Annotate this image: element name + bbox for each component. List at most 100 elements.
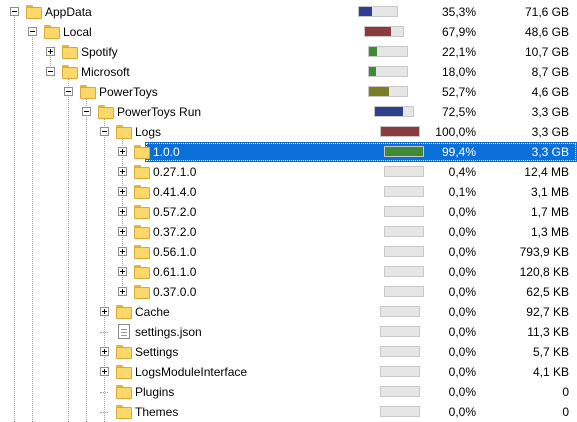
percent-of-parent: 72,5% <box>441 105 476 119</box>
folder-icon <box>116 405 132 419</box>
folder-icon <box>134 165 150 179</box>
item-size: 12,4 MB <box>524 165 569 179</box>
usage-bar <box>368 46 408 57</box>
folder-icon <box>44 25 60 39</box>
expand-plus-icon[interactable] <box>118 287 127 296</box>
tree-row[interactable]: Settings 0,0% 5,7 KB <box>0 342 577 362</box>
percent-of-parent: 0,0% <box>448 345 476 359</box>
tree-row[interactable]: 0.37.2.0 0,0% 1,3 MB <box>0 222 577 242</box>
percent-of-parent: 18,0% <box>441 65 476 79</box>
item-name: LogsModuleInterface <box>135 365 248 379</box>
item-size: 5,7 KB <box>532 345 569 359</box>
item-size: 3,3 GB <box>531 105 569 119</box>
usage-bar <box>380 126 420 137</box>
percent-of-parent: 0,0% <box>448 325 476 339</box>
tree-row[interactable]: 0.41.4.0 0,1% 3,1 MB <box>0 182 577 202</box>
percent-of-parent: 0,0% <box>448 205 476 219</box>
percent-of-parent: 67,9% <box>441 25 476 39</box>
item-name: Logs <box>135 125 162 139</box>
item-name: Cache <box>135 305 170 319</box>
expand-plus-icon[interactable] <box>46 47 55 56</box>
folder-icon <box>134 225 150 239</box>
tree-row[interactable]: Local 67,9% 48,6 GB <box>0 22 577 42</box>
folder-icon <box>134 285 150 299</box>
expand-plus-icon[interactable] <box>118 267 127 276</box>
collapse-minus-icon[interactable] <box>64 87 73 96</box>
item-size: 3,1 MB <box>530 185 569 199</box>
tree-row[interactable]: Plugins 0,0% 0 <box>0 382 577 402</box>
expand-plus-icon[interactable] <box>100 307 109 316</box>
usage-bar <box>368 86 408 97</box>
item-name: Spotify <box>81 45 118 59</box>
expand-plus-icon[interactable] <box>118 187 127 196</box>
usage-bar-fill <box>369 67 376 76</box>
usage-bar <box>364 26 404 37</box>
collapse-minus-icon[interactable] <box>100 127 109 136</box>
tree-row[interactable]: 0.37.0.0 0,0% 62,5 KB <box>0 282 577 302</box>
usage-bar <box>380 366 420 377</box>
percent-of-parent: 35,3% <box>441 5 476 19</box>
expand-plus-icon[interactable] <box>118 167 127 176</box>
expand-plus-icon[interactable] <box>118 227 127 236</box>
tree-branch-line <box>100 392 108 393</box>
item-size: 8,7 GB <box>531 65 569 79</box>
expand-plus-icon[interactable] <box>118 147 127 156</box>
tree-row[interactable]: Spotify 22,1% 10,7 GB <box>0 42 577 62</box>
tree-row[interactable]: 0.27.1.0 0,4% 12,4 MB <box>0 162 577 182</box>
item-size: 11,3 KB <box>527 325 569 339</box>
expand-plus-icon[interactable] <box>100 347 109 356</box>
tree-row[interactable]: 0.57.2.0 0,0% 1,7 MB <box>0 202 577 222</box>
tree-row[interactable]: 0.61.1.0 0,0% 120,8 KB <box>0 262 577 282</box>
collapse-minus-icon[interactable] <box>28 27 37 36</box>
tree-row[interactable]: PowerToys 52,7% 4,6 GB <box>0 82 577 102</box>
tree-row[interactable]: LogsModuleInterface 0,0% 4,1 KB <box>0 362 577 382</box>
collapse-minus-icon[interactable] <box>46 67 55 76</box>
expand-plus-icon[interactable] <box>118 207 127 216</box>
folder-icon <box>62 65 78 79</box>
item-name: PowerToys Run <box>117 105 202 119</box>
item-name: 0.56.1.0 <box>153 245 197 259</box>
usage-bar <box>368 66 408 77</box>
percent-of-parent: 0,1% <box>448 185 476 199</box>
item-name: 1.0.0 <box>153 145 180 159</box>
tree-row[interactable]: PowerToys Run 72,5% 3,3 GB <box>0 102 577 122</box>
percent-of-parent: 100,0% <box>435 125 476 139</box>
directory-tree[interactable]: AppData 35,3% 71,6 GB Local 67,9% 48,6 GB Spot… <box>0 0 577 422</box>
tree-row[interactable]: settings.json 0,0% 11,3 KB <box>0 322 577 342</box>
tree-row[interactable]: 1.0.0 99,4% 3,3 GB <box>0 142 577 162</box>
item-name: AppData <box>45 5 92 19</box>
tree-row[interactable]: Themes 0,0% 0 <box>0 402 577 422</box>
collapse-minus-icon[interactable] <box>10 7 19 16</box>
percent-of-parent: 0,0% <box>448 285 476 299</box>
collapse-minus-icon[interactable] <box>82 107 91 116</box>
usage-bar <box>384 226 424 237</box>
usage-bar <box>380 386 420 397</box>
tree-row[interactable]: Logs 100,0% 3,3 GB <box>0 122 577 142</box>
expand-plus-icon[interactable] <box>100 367 109 376</box>
item-size: 1,7 MB <box>530 205 569 219</box>
item-size: 4,1 KB <box>532 365 569 379</box>
item-name: 0.57.2.0 <box>153 205 197 219</box>
expand-plus-icon[interactable] <box>118 247 127 256</box>
percent-of-parent: 0,0% <box>448 405 476 419</box>
percent-of-parent: 0,0% <box>448 265 476 279</box>
folder-icon <box>116 345 132 359</box>
usage-bar-fill <box>375 107 403 116</box>
usage-bar-fill <box>369 47 377 56</box>
usage-bar <box>384 246 424 257</box>
percent-of-parent: 0,4% <box>448 165 476 179</box>
tree-row[interactable]: 0.56.1.0 0,0% 793,9 KB <box>0 242 577 262</box>
item-name: Settings <box>135 345 179 359</box>
selection-highlight <box>145 142 577 162</box>
usage-bar <box>384 186 424 197</box>
usage-bar <box>374 106 414 117</box>
tree-row[interactable]: Cache 0,0% 92,7 KB <box>0 302 577 322</box>
tree-row[interactable]: AppData 35,3% 71,6 GB <box>0 2 577 22</box>
item-size: 4,6 GB <box>531 85 569 99</box>
usage-bar-fill <box>381 127 419 136</box>
item-name: Plugins <box>135 385 175 399</box>
item-name: PowerToys <box>99 85 158 99</box>
tree-row[interactable]: Microsoft 18,0% 8,7 GB <box>0 62 577 82</box>
folder-icon <box>134 145 150 159</box>
usage-bar-fill <box>385 147 423 156</box>
